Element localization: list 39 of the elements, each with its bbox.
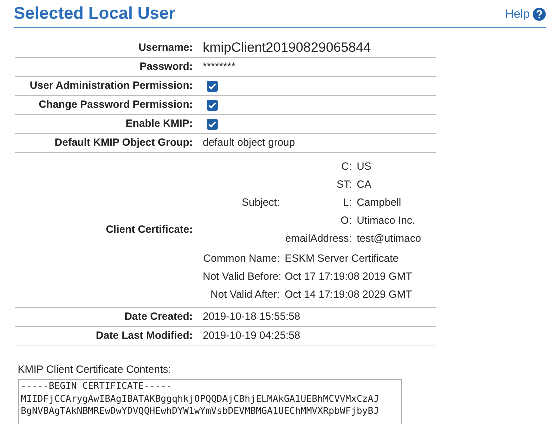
certificate-value: Oct 14 17:19:08 2029 GMT — [285, 288, 414, 302]
field-label: Date Created: — [124, 311, 193, 323]
field-label: Username: — [138, 42, 193, 54]
subject-value: Utimaco Inc. — [357, 214, 416, 228]
field-value: kmipClient20190829065844 — [203, 40, 372, 55]
subject-label: Subject: — [242, 197, 280, 209]
checkbox[interactable] — [207, 80, 218, 92]
field-label: Change Password Permission: — [38, 99, 193, 111]
subject-key: O: — [280, 214, 352, 228]
field-label: Default KMIP Object Group: — [54, 137, 193, 149]
checkbox[interactable] — [207, 100, 218, 110]
subject-key: ST: — [280, 178, 352, 192]
field-value: 2019-10-18 15:55:58 — [203, 311, 300, 323]
checkbox[interactable] — [207, 118, 218, 130]
page-title: Selected Local User — [14, 4, 176, 24]
certificate-key: Not Valid Before: — [203, 270, 280, 284]
field-label: User Administration Permission: — [30, 80, 193, 92]
subject-key: C: — [280, 160, 352, 174]
field-label: Password: — [140, 61, 193, 73]
subject-value: Campbell — [357, 196, 402, 210]
certificate-key: Not Valid After: — [203, 288, 280, 302]
help-icon — [533, 8, 546, 20]
subject-key: emailAddress: — [280, 232, 352, 246]
certificate-value: Oct 17 17:19:08 2019 GMT — [285, 270, 414, 284]
certificate-key: Common Name: — [203, 252, 280, 266]
subject-value: test@utimaco — [357, 232, 422, 246]
field-label: Enable KMIP: — [126, 118, 193, 130]
field-value: default object group — [203, 137, 296, 149]
certificate-textarea[interactable]: -----BEGIN CERTIFICATE----- MIIDFjCCArygAwIBAgIBATAKBggqhkjOPQQDAjCBhjELMAkGA1UEBhMCVVMxCzAJ BgNVBAgTAkNBMREwDwYDVQQHEwhDYW1wYmVsbDEVMBMGA1UEChMMVXRpbWFjbyBJ — [18, 379, 402, 424]
subject-value: CA — [357, 178, 373, 192]
help-link[interactable]: Help — [505, 7, 546, 21]
certificate-value: ESKM Server Certificate — [285, 252, 400, 266]
field-label: Date Last Modified: — [96, 330, 193, 342]
subject-key: L: — [280, 196, 352, 210]
field-label: Client Certificate: — [106, 224, 193, 236]
field-value: ******** — [203, 61, 236, 73]
field-value: 2019-10-19 04:25:58 — [203, 330, 300, 342]
contents-label: KMIP Client Certificate Contents: — [18, 364, 172, 376]
subject-value: US — [357, 160, 373, 174]
